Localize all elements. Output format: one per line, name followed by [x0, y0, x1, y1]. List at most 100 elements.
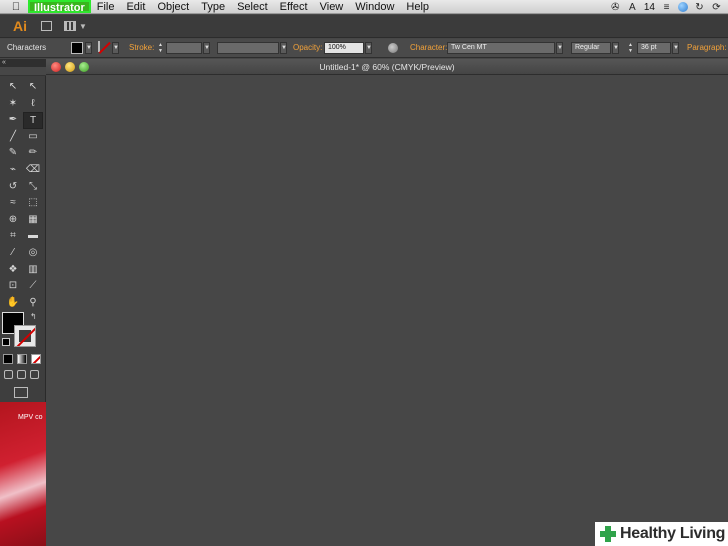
- panel-name-label: Characters: [7, 43, 47, 52]
- artboard-tool-icon[interactable]: ⊡: [3, 278, 23, 295]
- globe-icon[interactable]: [678, 2, 688, 12]
- adobe-updater-icon[interactable]: A: [627, 2, 638, 13]
- change-screen-mode-icon[interactable]: [14, 387, 28, 398]
- refresh-icon[interactable]: ⟳: [711, 2, 722, 13]
- menu-help[interactable]: Help: [400, 0, 435, 14]
- fill-dropdown-chevron-icon[interactable]: ▼: [85, 42, 92, 54]
- pen-tool-icon[interactable]: ✒: [3, 112, 23, 129]
- opacity-field[interactable]: 100%: [324, 42, 364, 54]
- fan-icon[interactable]: ✇: [610, 2, 621, 13]
- plus-logo-icon: [599, 525, 617, 543]
- stroke-label[interactable]: Stroke:: [129, 42, 154, 54]
- stroke-dropdown-chevron-icon[interactable]: ▼: [112, 42, 119, 54]
- sync-icon[interactable]: ↻: [694, 2, 705, 13]
- menu-type[interactable]: Type: [195, 0, 231, 14]
- font-size-stepper[interactable]: ▲ ▼: [627, 42, 634, 54]
- control-panel: Characters ▼ ▼ Stroke: ▲ ▼ ▼ ▼ Opacity: 1…: [0, 39, 728, 58]
- opacity-label[interactable]: Opacity:: [293, 42, 322, 54]
- gradient-tool-icon[interactable]: ▬: [23, 228, 43, 245]
- stroke-weight-field[interactable]: [166, 42, 202, 54]
- wifi-icon[interactable]: ≡: [661, 2, 672, 13]
- profile-chevron-icon[interactable]: ▼: [280, 42, 287, 54]
- menu-illustrator[interactable]: Illustrator: [28, 0, 91, 14]
- perspective-grid-tool-icon[interactable]: ▦: [23, 212, 43, 229]
- shape-builder-tool-icon[interactable]: ⊕: [3, 212, 23, 229]
- stroke-color-swatch[interactable]: [98, 41, 100, 52]
- none-mode-icon[interactable]: [31, 354, 41, 364]
- font-style-field[interactable]: Regular: [571, 42, 611, 54]
- selection-tool-icon[interactable]: ↖: [3, 79, 23, 96]
- gradient-mode-icon[interactable]: [17, 354, 27, 364]
- font-size-chevron-icon[interactable]: ▼: [672, 42, 679, 54]
- canvas-area[interactable]: [46, 75, 728, 546]
- collapse-panel-icon[interactable]: «: [0, 59, 46, 67]
- fill-color-swatch[interactable]: [71, 42, 83, 54]
- go-to-bridge-icon[interactable]: [41, 21, 52, 31]
- apple-menu-icon[interactable]: : [9, 1, 23, 13]
- free-transform-tool-icon[interactable]: ⬚: [23, 195, 43, 212]
- menu-effect[interactable]: Effect: [274, 0, 314, 14]
- direct-selection-tool-icon[interactable]: ↖: [23, 79, 43, 96]
- menu-edit[interactable]: Edit: [120, 0, 151, 14]
- stroke-box[interactable]: [14, 325, 36, 347]
- font-family-chevron-icon[interactable]: ▼: [556, 42, 563, 54]
- paintbrush-tool-icon[interactable]: ✎: [3, 145, 23, 162]
- document-window: Untitled-1* @ 60% (CMYK/Preview): [46, 59, 728, 546]
- color-mode-icon[interactable]: [3, 354, 13, 364]
- mesh-tool-icon[interactable]: ⌗: [3, 228, 23, 245]
- rectangle-tool-icon[interactable]: ▭: [23, 129, 43, 146]
- menu-view[interactable]: View: [314, 0, 350, 14]
- menu-window[interactable]: Window: [349, 0, 400, 14]
- document-title: Untitled-1* @ 60% (CMYK/Preview): [319, 62, 455, 72]
- opacity-chevron-icon[interactable]: ▼: [365, 42, 372, 54]
- symbol-sprayer-tool-icon[interactable]: ❖: [3, 262, 23, 279]
- eraser-tool-icon[interactable]: ⌫: [23, 162, 43, 179]
- column-graph-tool-icon[interactable]: ▥: [23, 262, 43, 279]
- zoom-window-icon[interactable]: [79, 62, 89, 72]
- draw-behind-icon[interactable]: [17, 370, 26, 379]
- slice-tool-icon[interactable]: ⟋: [23, 278, 43, 295]
- recolor-artwork-icon[interactable]: [388, 43, 398, 53]
- pencil-tool-icon[interactable]: ✏: [23, 145, 43, 162]
- zoom-tool-icon[interactable]: ⚲: [23, 295, 43, 312]
- default-fill-stroke-icon[interactable]: [2, 338, 10, 346]
- hand-tool-icon[interactable]: ✋: [3, 295, 23, 312]
- arrange-documents-icon[interactable]: [64, 21, 76, 31]
- stroke-weight-chevron-icon[interactable]: ▼: [203, 42, 210, 54]
- type-tool-icon[interactable]: T: [23, 112, 43, 129]
- minimize-window-icon[interactable]: [65, 62, 75, 72]
- font-size-field[interactable]: 36 pt: [637, 42, 671, 54]
- stroke-weight-stepper[interactable]: ▲ ▼: [157, 42, 164, 54]
- desktop-file-label[interactable]: MPV co: [18, 414, 43, 421]
- menu-file[interactable]: File: [91, 0, 121, 14]
- tools-panel-grip[interactable]: [0, 67, 46, 76]
- menu-select[interactable]: Select: [231, 0, 274, 14]
- rotate-tool-icon[interactable]: ↺: [3, 179, 23, 196]
- blend-tool-icon[interactable]: ◎: [23, 245, 43, 262]
- menu-bar:  Illustrator File Edit Object Type Sele…: [0, 0, 728, 14]
- chevron-down-icon[interactable]: ▼: [79, 22, 87, 31]
- font-family-field[interactable]: Tw Cen MT: [447, 42, 555, 54]
- character-label[interactable]: Character:: [410, 42, 447, 54]
- menu-bar-status-area: ✇ A 14 ≡ ↻ ⟳: [610, 0, 722, 14]
- lasso-tool-icon[interactable]: ℓ: [23, 96, 43, 113]
- variable-width-profile-field[interactable]: [217, 42, 279, 54]
- eyedropper-tool-icon[interactable]: ⁄: [3, 245, 23, 262]
- draw-normal-icon[interactable]: [4, 370, 13, 379]
- desktop-background: MPV co: [0, 402, 46, 546]
- illustrator-logo-icon: Ai: [13, 18, 27, 34]
- blob-brush-tool-icon[interactable]: ⌁: [3, 162, 23, 179]
- scale-tool-icon[interactable]: ⤡: [23, 179, 43, 196]
- magic-wand-tool-icon[interactable]: ✶: [3, 96, 23, 113]
- line-segment-tool-icon[interactable]: ╱: [3, 129, 23, 146]
- warp-tool-icon[interactable]: ≈: [3, 195, 23, 212]
- application-bar: Ai ▼: [0, 15, 728, 38]
- close-window-icon[interactable]: [51, 62, 61, 72]
- paragraph-label[interactable]: Paragraph:: [687, 42, 727, 54]
- watermark-text: Healthy Living: [620, 525, 726, 542]
- draw-inside-icon[interactable]: [30, 370, 39, 379]
- menu-object[interactable]: Object: [151, 0, 195, 14]
- swap-fill-stroke-icon[interactable]: ↰: [30, 312, 37, 321]
- font-style-chevron-icon[interactable]: ▼: [612, 42, 619, 54]
- document-title-bar[interactable]: Untitled-1* @ 60% (CMYK/Preview): [46, 59, 728, 75]
